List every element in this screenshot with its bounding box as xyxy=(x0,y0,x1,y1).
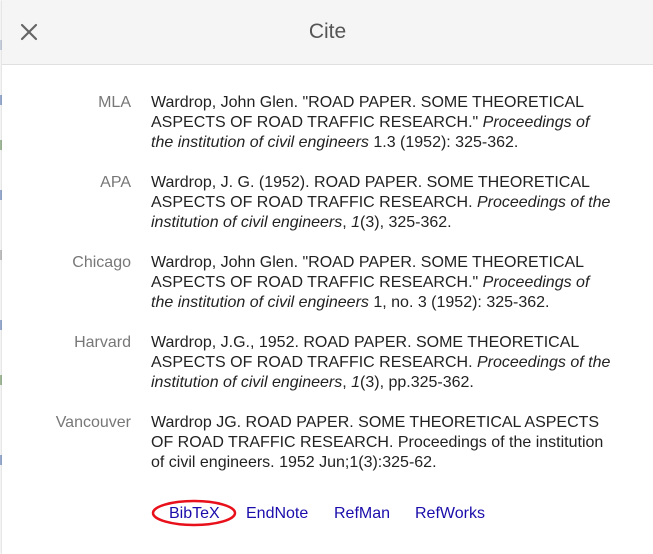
citation-text[interactable]: Wardrop, J.G., 1952. ROAD PAPER. SOME TH… xyxy=(151,333,611,393)
export-links: BibTeX EndNote RefMan RefWorks xyxy=(2,499,653,527)
export-link-refworks[interactable]: RefWorks xyxy=(415,504,485,524)
citation-text-part: , xyxy=(342,214,352,231)
citation-row-apa: APA Wardrop, J. G. (1952). ROAD PAPER. SO… xyxy=(2,173,653,253)
citation-style-label: MLA xyxy=(98,94,131,111)
citation-style-label: APA xyxy=(100,174,131,191)
citation-text[interactable]: Wardrop, John Glen. "ROAD PAPER. SOME TH… xyxy=(151,253,611,313)
citation-text-part: , xyxy=(342,374,352,391)
export-link-bibtex[interactable]: BibTeX xyxy=(169,504,220,524)
citation-row-chicago: Chicago Wardrop, John Glen. "ROAD PAPER. … xyxy=(2,253,653,333)
citation-row-harvard: Harvard Wardrop, J.G., 1952. ROAD PAPER. … xyxy=(2,333,653,413)
citation-row-vancouver: Vancouver Wardrop JG. ROAD PAPER. SOME TH… xyxy=(2,413,653,493)
citation-text-part: Wardrop JG. ROAD PAPER. SOME THEORETICAL… xyxy=(151,414,604,471)
citation-text-part: 1 xyxy=(351,374,361,391)
dialog-header: Cite xyxy=(2,0,653,65)
citation-text-part: 1 xyxy=(351,214,361,231)
citation-text-part: 1, no. 3 (1952): 325-362. xyxy=(368,294,550,311)
page: Cite MLA Wardrop, John Glen. "ROAD PAPER.… xyxy=(0,0,653,554)
citation-text[interactable]: Wardrop JG. ROAD PAPER. SOME THEORETICAL… xyxy=(151,413,611,473)
cite-dialog: Cite MLA Wardrop, John Glen. "ROAD PAPER.… xyxy=(2,0,653,554)
citation-row-mla: MLA Wardrop, John Glen. "ROAD PAPER. SOME… xyxy=(2,93,653,173)
dialog-title: Cite xyxy=(308,20,347,43)
citation-style-label: Chicago xyxy=(72,254,131,271)
citation-text-part: (3), 325-362. xyxy=(360,214,452,231)
citation-text[interactable]: Wardrop, John Glen. "ROAD PAPER. SOME TH… xyxy=(151,93,611,153)
citation-table: MLA Wardrop, John Glen. "ROAD PAPER. SOME… xyxy=(2,93,653,493)
citation-text-part: 1.3 (1952): 325-362. xyxy=(368,134,519,151)
citation-style-label: Harvard xyxy=(74,334,131,351)
citation-style-label: Vancouver xyxy=(55,414,131,431)
citation-text[interactable]: Wardrop, J. G. (1952). ROAD PAPER. SOME … xyxy=(151,173,611,233)
export-link-endnote[interactable]: EndNote xyxy=(246,504,308,524)
export-link-refman[interactable]: RefMan xyxy=(334,504,390,524)
citation-text-part: (3), pp.325-362. xyxy=(360,374,474,391)
